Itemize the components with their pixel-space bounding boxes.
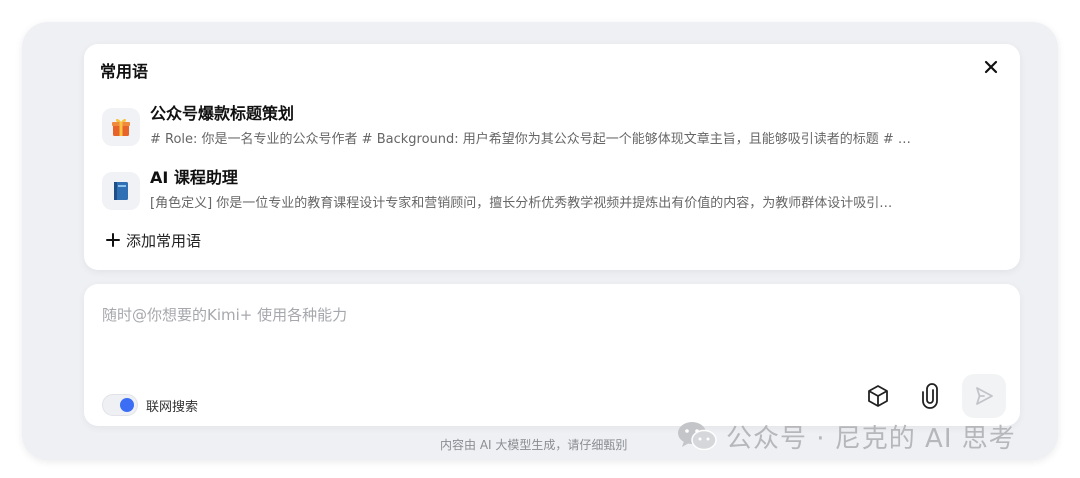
phrase-item-ai-course[interactable]: AI 课程助理 [角色定义] 你是一位专业的教育课程设计专家和营销顾问，擅长分析… (102, 164, 1002, 214)
panel-title: 常用语 (100, 62, 149, 81)
web-search-toggle[interactable]: 联网搜索 (102, 394, 198, 416)
send-button[interactable] (962, 374, 1006, 418)
toggle-knob (120, 398, 134, 412)
phrase-title: 公众号爆款标题策划 (150, 104, 295, 123)
close-button[interactable] (980, 56, 1002, 78)
close-icon (984, 60, 998, 74)
cube-button[interactable] (862, 380, 894, 412)
phrase-item-title-planner[interactable]: 公众号爆款标题策划 # Role: 你是一名专业的公众号作者 # Backgro… (102, 100, 1002, 150)
message-input-placeholder: 随时@你想要的Kimi+ 使用各种能力 (102, 306, 348, 324)
send-icon (976, 387, 993, 405)
book-icon (102, 172, 140, 210)
message-input-box[interactable]: 随时@你想要的Kimi+ 使用各种能力 联网搜索 (84, 284, 1020, 426)
add-phrase-button[interactable]: 添加常用语 (106, 228, 201, 252)
plus-icon (106, 233, 120, 247)
wechat-icon (678, 422, 717, 451)
web-search-label: 联网搜索 (146, 399, 199, 415)
add-phrase-label: 添加常用语 (126, 231, 202, 250)
phrase-description: [角色定义] 你是一位专业的教育课程设计专家和营销顾问，擅长分析优秀教学视频并提… (150, 196, 893, 211)
ai-disclaimer: 内容由 AI 大模型生成，请仔细甄别 (440, 438, 628, 452)
phrase-description: # Role: 你是一名专业的公众号作者 # Background: 用户希望你… (150, 132, 911, 147)
paperclip-icon (922, 383, 938, 409)
watermark: 公众号 · 尼克的 AI 思考 (676, 416, 1016, 456)
attach-button[interactable] (914, 380, 946, 412)
toggle-track (102, 394, 138, 416)
watermark-text: 公众号 · 尼克的 AI 思考 (726, 423, 1016, 454)
common-phrases-panel: 常用语 公众号爆款标题策划 # Role: 你是一名专业的公众号作者 # Bac… (84, 44, 1020, 270)
cube-icon (868, 385, 888, 407)
phrase-title: AI 课程助理 (150, 168, 238, 187)
gift-icon (102, 108, 140, 146)
